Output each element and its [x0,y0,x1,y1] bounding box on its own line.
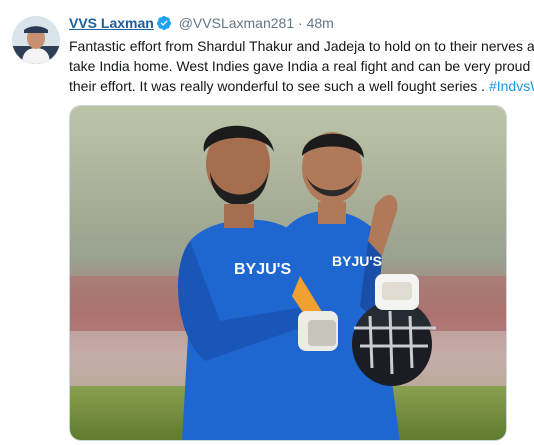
tweet-timestamp[interactable]: 48m [307,15,334,31]
tweet-text-line-3-body: their effort. It was really wonderful to… [69,78,489,94]
tweet-card: VVS Laxman @VVSLaxman281 · 48m Fantastic… [0,0,534,445]
verified-badge-icon [156,15,172,35]
tweet-text-line-1: Fantastic effort from Shardul Thakur and… [69,38,534,54]
tweet-text-line-2: take India home. West Indies gave India … [69,58,534,74]
jersey-text-right: BYJU'S [332,253,382,269]
author-display-name[interactable]: VVS Laxman [69,15,154,31]
tweet-text-line-3: their effort. It was really wonderful to… [69,76,534,96]
jersey-text-left: BYJU'S [234,261,291,278]
header-separator: · [298,15,303,31]
tweet-photo[interactable]: BYJU'S BYJU'S [69,105,507,441]
hashtag-link[interactable]: #IndvsWI [489,78,534,94]
author-handle[interactable]: @VVSLaxman281 [179,15,294,31]
tweet-header: VVS Laxman @VVSLaxman281 · 48m [69,14,334,35]
author-avatar[interactable] [12,16,60,64]
tweet-text: Fantastic effort from Shardul Thakur and… [69,36,534,96]
